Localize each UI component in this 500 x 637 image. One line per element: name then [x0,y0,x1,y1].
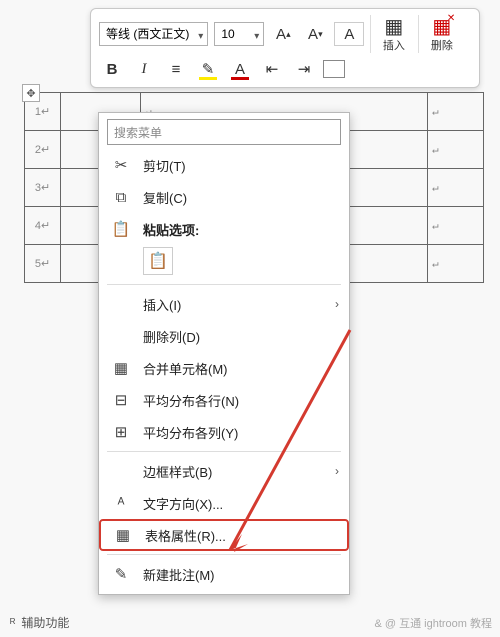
menu-delete-column[interactable]: 删除列(D) [99,320,349,352]
font-color-button[interactable]: A [227,57,253,81]
row-number: 2↵ [25,131,61,169]
font-size-select[interactable]: 10 ▾ [214,22,264,46]
table-cell[interactable]: ↵ [428,93,484,131]
table-cell[interactable]: ↵ [428,169,484,207]
chevron-right-icon: › [335,464,339,478]
merge-cells-icon: ▦ [111,359,131,377]
shrink-font-button[interactable]: A▾ [302,22,328,46]
delete-label: 删除 [431,37,453,53]
styles-button[interactable]: A [334,22,364,46]
menu-search-input[interactable]: 搜索菜单 [107,119,341,145]
menu-separator [107,284,341,285]
search-placeholder: 搜索菜单 [114,124,162,141]
delete-dropdown[interactable]: ▦ 删除 [418,15,460,53]
menu-distribute-rows[interactable]: ⊟ 平均分布各行(N) [99,384,349,416]
paste-option-keep-text[interactable]: 📋 [143,247,173,275]
row-number: 4↵ [25,207,61,245]
menu-insert[interactable]: 插入(I) › [99,288,349,320]
font-family-value: 等线 (西文正文) [106,27,189,41]
menu-new-comment[interactable]: ✎ 新建批注(M) [99,558,349,590]
menu-separator [107,451,341,452]
text-direction-icon: ᴬ [111,495,131,512]
chevron-right-icon: › [335,297,339,311]
table-insert-icon: ▦ [384,15,403,37]
menu-text-direction[interactable]: ᴬ 文字方向(X)... [99,487,349,519]
table-cell[interactable]: ↵ [428,245,484,283]
table-cell[interactable]: ↵ [428,131,484,169]
table-move-handle-icon[interactable]: ✥ [22,84,40,102]
menu-merge-cells[interactable]: ▦ 合并单元格(M) [99,352,349,384]
table-delete-icon: ▦ [432,15,451,37]
row-number: 3↵ [25,169,61,207]
bold-button[interactable]: B [99,57,125,81]
grow-font-button[interactable]: A▴ [270,22,296,46]
menu-cut[interactable]: ✂ 剪切(T) [99,149,349,181]
font-family-select[interactable]: 等线 (西文正文) ▾ [99,22,208,46]
watermark-text: & @ 互通 ightroom 教程 [374,615,492,631]
table-cell[interactable]: ↵ [428,207,484,245]
italic-button[interactable]: I [131,57,157,81]
distribute-rows-icon: ⊟ [111,391,131,409]
distribute-cols-icon: ⊞ [111,423,131,441]
comment-icon: ✎ [111,565,131,583]
highlight-button[interactable]: ✎ [195,57,221,81]
mini-toolbar: 等线 (西文正文) ▾ 10 ▾ A▴ A▾ A ▦ 插入 ▦ 删除 B I ≡… [90,8,480,88]
context-menu: 搜索菜单 ✂ 剪切(T) ⧉ 复制(C) 📋 粘贴选项: 📋 插入(I) › 删… [98,112,350,595]
align-button[interactable]: ≡ [163,57,189,81]
row-number: 5↵ [25,245,61,283]
scissors-icon: ✂ [111,156,131,174]
menu-separator [107,554,341,555]
insert-label: 插入 [383,37,405,53]
menu-paste-options: 📋 粘贴选项: [99,213,349,245]
font-size-value: 10 [221,27,234,41]
statusbar-accessibility[interactable]: ᴿ 辅助功能 [10,614,69,631]
chevron-down-icon: ▾ [254,28,259,46]
insert-dropdown[interactable]: ▦ 插入 [370,15,412,53]
indent-decrease-button[interactable]: ⇤ [259,57,285,81]
clipboard-icon: 📋 [111,220,131,238]
menu-copy[interactable]: ⧉ 复制(C) [99,181,349,213]
accessibility-icon: ᴿ [10,616,15,630]
copy-icon: ⧉ [111,189,131,206]
chevron-down-icon: ▾ [198,28,203,46]
menu-table-properties[interactable]: ▦ 表格属性(R)... [99,519,349,551]
table-properties-icon: ▦ [113,526,133,544]
indent-increase-button[interactable]: ⇥ [291,57,317,81]
menu-border-style[interactable]: 边框样式(B) › [99,455,349,487]
border-button[interactable] [323,60,345,78]
menu-distribute-cols[interactable]: ⊞ 平均分布各列(Y) [99,416,349,448]
